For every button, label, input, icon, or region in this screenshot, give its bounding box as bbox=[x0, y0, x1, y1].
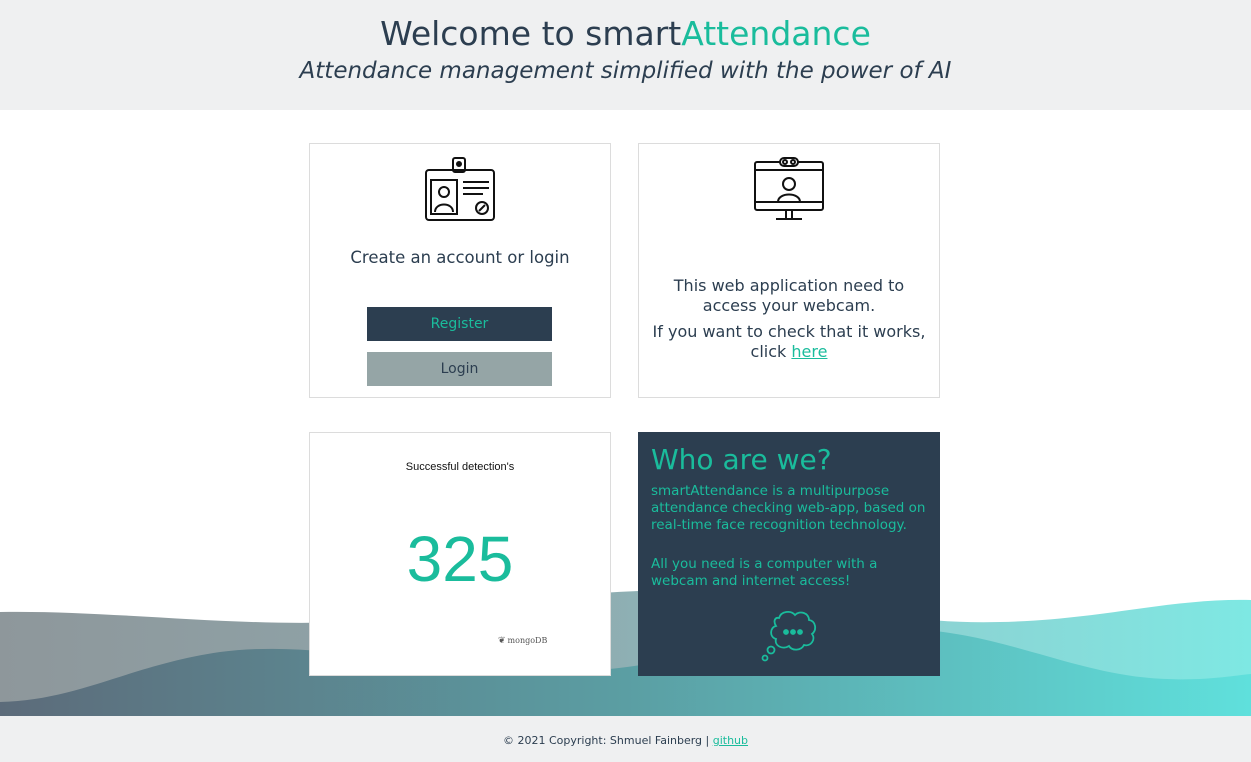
title-accent: Attendance bbox=[681, 14, 871, 53]
stats-title: Successful detection's bbox=[405, 461, 515, 473]
mongodb-label: mongoDB bbox=[507, 636, 548, 645]
stats-card: Successful detection's 325 ❦ mongoDB bbox=[309, 432, 611, 676]
account-card: Create an account or login Register Logi… bbox=[309, 143, 611, 398]
mongodb-leaf-icon: ❦ bbox=[498, 636, 506, 646]
footer-copyright: © 2021 Copyright: Shmuel Fainberg | bbox=[502, 734, 710, 747]
webcam-monitor-icon bbox=[752, 156, 826, 224]
webcam-check-link[interactable]: here bbox=[791, 342, 827, 361]
background-wave bbox=[0, 590, 1251, 716]
login-button[interactable]: Login bbox=[367, 352, 552, 386]
page-title: Welcome to smartAttendance bbox=[0, 14, 1251, 53]
about-card: Who are we? smartAttendance is a multipu… bbox=[638, 432, 940, 676]
github-link[interactable]: github bbox=[713, 734, 748, 747]
title-prefix: Welcome to smart bbox=[380, 14, 682, 53]
register-button[interactable]: Register bbox=[367, 307, 552, 341]
page-footer: © 2021 Copyright: Shmuel Fainberg | gith… bbox=[0, 716, 1251, 762]
about-paragraph-2: All you need is a computer with a webcam… bbox=[651, 556, 878, 589]
webcam-check-prefix: If you want to check that it works, clic… bbox=[652, 322, 926, 361]
page-header: Welcome to smartAttendance Attendance ma… bbox=[0, 0, 1251, 110]
page-subtitle: Attendance management simplified with th… bbox=[299, 58, 952, 84]
mongodb-logo: ❦ mongoDB bbox=[498, 636, 547, 646]
thought-bubble-icon bbox=[759, 608, 819, 664]
about-title: Who are we? bbox=[651, 443, 832, 476]
webcam-notice: This web application need to access your… bbox=[673, 276, 905, 315]
id-badge-icon bbox=[423, 156, 497, 224]
account-label: Create an account or login bbox=[350, 248, 570, 267]
webcam-check-text: If you want to check that it works, clic… bbox=[639, 322, 939, 362]
detection-count: 325 bbox=[406, 523, 514, 595]
webcam-card: This web application need to access your… bbox=[638, 143, 940, 398]
about-paragraph-1: smartAttendance is a multipurpose attend… bbox=[651, 483, 926, 533]
